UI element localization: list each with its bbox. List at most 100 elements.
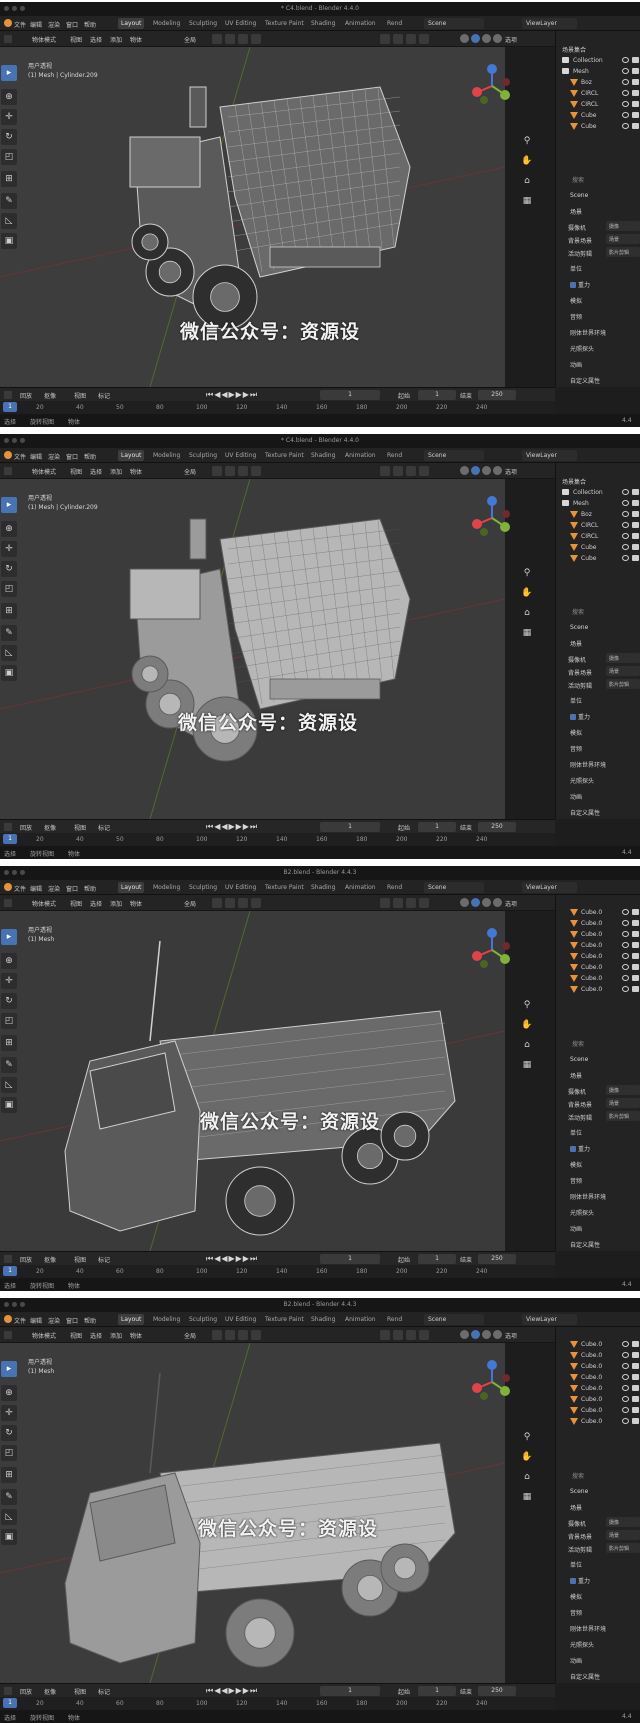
- measure-icon[interactable]: ◺: [1, 645, 17, 661]
- visibility-eye-icon[interactable]: [622, 123, 629, 129]
- overlay-icon[interactable]: [380, 898, 390, 908]
- outliner-row[interactable]: Boz: [556, 77, 640, 88]
- overlay-icons[interactable]: [380, 466, 432, 476]
- workspace-tab[interactable]: Animation: [342, 882, 379, 893]
- workspace-tab[interactable]: Texture Paint: [262, 882, 307, 893]
- property-section[interactable]: 单位: [570, 696, 640, 708]
- property-section[interactable]: 动画: [570, 360, 640, 372]
- select-menu[interactable]: 选择: [90, 1331, 102, 1340]
- render-camera-icon[interactable]: [632, 511, 639, 517]
- snap-icon[interactable]: [238, 466, 248, 476]
- snap-icon[interactable]: [238, 1330, 248, 1340]
- overlay-icon[interactable]: [393, 1330, 403, 1340]
- menu-item[interactable]: 窗口: [66, 20, 78, 29]
- snap-icon[interactable]: [225, 898, 235, 908]
- pan-icon[interactable]: ✋: [520, 586, 534, 600]
- scene-section-header[interactable]: 场景: [570, 1503, 582, 1512]
- property-section[interactable]: 重力: [570, 712, 640, 724]
- shading-mode-icon[interactable]: [493, 1330, 502, 1339]
- outliner-row[interactable]: Boz: [556, 509, 640, 520]
- property-section[interactable]: 自定义属性: [570, 376, 640, 388]
- editor-type-icon[interactable]: [4, 467, 12, 475]
- workspace-tab[interactable]: Sculpting: [186, 882, 220, 893]
- render-camera-icon[interactable]: [632, 931, 639, 937]
- outliner-row[interactable]: Cube: [556, 110, 640, 121]
- menu-item[interactable]: 编辑: [30, 20, 42, 29]
- render-camera-icon[interactable]: [632, 1418, 639, 1424]
- shading-mode-icon[interactable]: [482, 898, 491, 907]
- grid-view-icon[interactable]: ▦: [520, 194, 534, 208]
- workspace-tab[interactable]: UV Editing: [222, 1314, 259, 1325]
- snap-icon[interactable]: [212, 1330, 222, 1340]
- workspace-tab[interactable]: Texture Paint: [262, 450, 307, 461]
- blender-logo-icon[interactable]: [4, 19, 12, 27]
- render-camera-icon[interactable]: [632, 1407, 639, 1413]
- visibility-eye-icon[interactable]: [622, 511, 629, 517]
- shading-mode-icon[interactable]: [460, 466, 469, 475]
- property-section[interactable]: 动画: [570, 792, 640, 804]
- navigation-gizmo[interactable]: [470, 496, 514, 540]
- workspace-tab[interactable]: Layout: [118, 882, 145, 893]
- blender-logo-icon[interactable]: [4, 1315, 12, 1323]
- rotate-icon[interactable]: ↻: [1, 993, 17, 1009]
- outliner-row[interactable]: Cube.0: [556, 1416, 640, 1427]
- current-frame-field[interactable]: 1: [320, 822, 380, 832]
- scale-icon[interactable]: ◰: [1, 1445, 17, 1461]
- playback-menu[interactable]: 回放: [20, 1255, 32, 1264]
- outliner-row[interactable]: Cube.0: [556, 962, 640, 973]
- snap-icons[interactable]: [212, 898, 264, 908]
- property-section[interactable]: 音频: [570, 1608, 640, 1620]
- shading-modes[interactable]: [460, 34, 504, 44]
- visibility-eye-icon[interactable]: [622, 1374, 629, 1380]
- property-field[interactable]: 摄像: [606, 1085, 640, 1095]
- marker-menu[interactable]: 标记: [98, 1255, 110, 1264]
- view-menu-timeline[interactable]: 视图: [74, 823, 86, 832]
- visibility-eye-icon[interactable]: [622, 79, 629, 85]
- keying-menu[interactable]: 抠像: [44, 823, 56, 832]
- outliner-row[interactable]: Cube.0: [556, 940, 640, 951]
- workspace-tab[interactable]: Sculpting: [186, 1314, 220, 1325]
- visibility-eye-icon[interactable]: [622, 555, 629, 561]
- menu-item[interactable]: 渲染: [48, 884, 60, 893]
- overlay-icon[interactable]: [380, 466, 390, 476]
- outliner-row[interactable]: Cube.0: [556, 1394, 640, 1405]
- select-box-icon[interactable]: ▸: [1, 65, 17, 81]
- visibility-eye-icon[interactable]: [622, 986, 629, 992]
- timeline-ruler[interactable]: 1 20 40 60 80 100 120 140 160 180 200 220 240: [0, 1265, 555, 1278]
- shading-modes[interactable]: [460, 466, 504, 476]
- workspace-tab[interactable]: Shading: [308, 450, 338, 461]
- annotate-icon[interactable]: ✎: [1, 1489, 17, 1505]
- properties-search[interactable]: 搜索: [572, 1039, 584, 1048]
- current-frame-marker[interactable]: 1: [3, 1698, 17, 1708]
- add-menu[interactable]: 添加: [110, 1331, 122, 1340]
- start-frame-field[interactable]: 1: [418, 390, 456, 400]
- property-section[interactable]: 重力: [570, 1144, 640, 1156]
- zoom-icon[interactable]: ⚲: [520, 1430, 534, 1444]
- visibility-eye-icon[interactable]: [622, 975, 629, 981]
- property-section[interactable]: 模拟: [570, 728, 640, 740]
- add-cube-icon[interactable]: ▣: [1, 665, 17, 681]
- menu-item[interactable]: 文件: [14, 20, 26, 29]
- workspace-tab[interactable]: UV Editing: [222, 450, 259, 461]
- add-cube-icon[interactable]: ▣: [1, 1097, 17, 1113]
- transform-orientation-dropdown[interactable]: 全局: [184, 899, 196, 908]
- property-section[interactable]: 光照探头: [570, 1208, 640, 1220]
- overlay-icon[interactable]: [406, 466, 416, 476]
- snap-icons[interactable]: [212, 466, 264, 476]
- scale-icon[interactable]: ◰: [1, 581, 17, 597]
- overlay-icon[interactable]: [393, 34, 403, 44]
- property-field[interactable]: 摄像: [606, 653, 640, 663]
- menu-item[interactable]: 编辑: [30, 1316, 42, 1325]
- outliner-row[interactable]: Cube: [556, 542, 640, 553]
- property-section[interactable]: 单位: [570, 264, 640, 276]
- playback-controls[interactable]: ⏮◀◀▶▶▶⏭: [206, 1254, 258, 1264]
- 3d-viewport[interactable]: [0, 911, 505, 1251]
- overlay-icons[interactable]: [380, 1330, 432, 1340]
- property-section[interactable]: 重力: [570, 1576, 640, 1588]
- add-menu[interactable]: 添加: [110, 35, 122, 44]
- render-camera-icon[interactable]: [632, 986, 639, 992]
- view-layer-selector[interactable]: ViewLayer: [522, 1314, 577, 1325]
- menu-item[interactable]: 窗口: [66, 884, 78, 893]
- outliner-scene-collection[interactable]: 场景集合: [562, 43, 640, 54]
- shading-mode-icon[interactable]: [493, 898, 502, 907]
